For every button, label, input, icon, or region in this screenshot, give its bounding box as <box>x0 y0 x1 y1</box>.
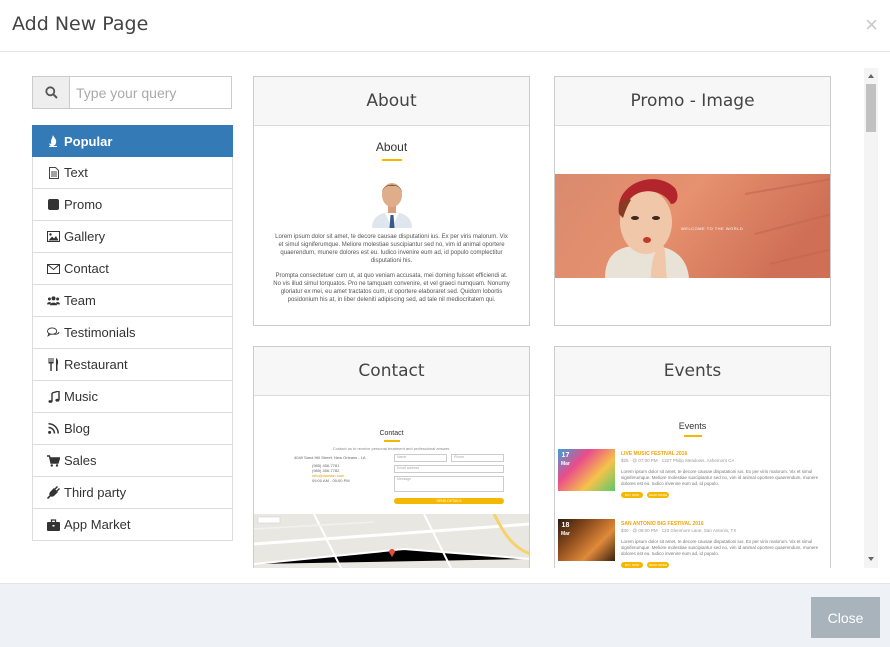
template-card-events[interactable]: Events Events 17 Mar LIVE MUSIC FESTIVAL … <box>554 346 831 568</box>
category-label: Gallery <box>64 229 106 244</box>
form-message-field: Message <box>394 476 504 492</box>
contact-details: 4049 Sand Hill Street, New Orleans - LA … <box>294 455 366 483</box>
title-underline <box>683 435 702 437</box>
category-app-market[interactable]: App Market <box>32 509 233 541</box>
card-title: Promo - Image <box>555 77 830 126</box>
event-meta: $25 · @ 07:00 PM · 1327 Philip Meadows, … <box>621 458 735 463</box>
file-text-icon <box>47 166 60 179</box>
contact-intro: Contact us to receive personal treatment… <box>332 445 451 451</box>
title-underline <box>383 440 400 442</box>
event-date: 17 Mar <box>561 452 570 467</box>
scroll-thumb <box>866 84 876 132</box>
category-gallery[interactable]: Gallery <box>32 221 233 253</box>
modal-header: Add New Page × <box>0 0 890 52</box>
map-preview <box>254 514 529 568</box>
event-title: SAN ANTONIO BIG FESTIVAL 2016 <box>621 521 704 527</box>
category-label: Music <box>64 389 98 404</box>
square-icon <box>47 198 60 211</box>
fire-icon <box>47 135 60 148</box>
category-contact[interactable]: Contact <box>32 253 233 285</box>
event-thumbnail: 17 Mar <box>558 449 615 491</box>
preview-paragraph-2: Prompta consectetuer cum ut, at quo veni… <box>273 273 510 303</box>
category-music[interactable]: Music <box>32 381 233 413</box>
envelope-icon <box>47 262 60 275</box>
category-blog[interactable]: Blog <box>32 413 233 445</box>
modal-title: Add New Page <box>12 13 149 35</box>
close-button[interactable]: Close <box>811 597 880 638</box>
category-testimonials[interactable]: Testimonials <box>32 317 233 349</box>
card-title: About <box>254 77 529 126</box>
template-card-contact[interactable]: Contact Contact Contact us to receive pe… <box>253 346 530 568</box>
contact-address: 4049 Sand Hill Street, New Orleans - LA <box>294 455 366 460</box>
contact-form: Name Phone Email address Message SEND DE… <box>394 454 504 504</box>
preview-title: About <box>375 140 408 154</box>
template-card-about[interactable]: About About Lorem ipsum dolor sit amet, … <box>253 76 530 326</box>
card-preview: WELCOME TO THE WORLD <box>555 126 830 325</box>
event-read-more-button: READ MORE <box>647 492 669 498</box>
card-preview: About Lorem ipsum dolor sit amet, te dec… <box>254 126 529 304</box>
category-popular[interactable]: Popular <box>32 125 233 157</box>
event-read-more-button: READ MORE <box>647 562 669 568</box>
event-description: Lorem ipsum dolor sit amet, te decore ca… <box>621 469 819 486</box>
event-buy-button: BUY NOW <box>621 492 643 498</box>
category-third-party[interactable]: Third party <box>32 477 233 509</box>
category-sales[interactable]: Sales <box>32 445 233 477</box>
form-email-field: Email address <box>394 465 504 473</box>
category-label: Blog <box>64 421 91 436</box>
cart-icon <box>47 454 60 467</box>
category-list: Popular Text Promo Gallery Contact Team … <box>32 125 233 541</box>
event-date: 18 Mar <box>561 522 570 537</box>
briefcase-icon <box>47 518 60 531</box>
users-icon <box>47 294 60 307</box>
event-item: 18 Mar SAN ANTONIO BIG FESTIVAL 2016 $30 … <box>558 519 828 568</box>
event-meta: $30 · @ 09:00 PM · 123 Glenmore Lane, Sa… <box>621 528 737 533</box>
event-item: 17 Mar LIVE MUSIC FESTIVAL 2016 $25 · @ 0… <box>558 449 828 509</box>
rss-icon <box>47 422 60 435</box>
preview-paragraph-1: Lorem ipsum dolor sit amet, te decore ca… <box>275 234 508 264</box>
category-label: Promo <box>64 197 103 212</box>
search-box <box>32 76 232 109</box>
music-icon <box>47 390 60 403</box>
category-label: Text <box>64 165 88 180</box>
category-label: Popular <box>64 133 113 149</box>
event-title: LIVE MUSIC FESTIVAL 2016 <box>621 451 688 457</box>
category-label: Team <box>64 293 96 308</box>
card-preview: Contact Contact us to receive personal t… <box>254 396 529 568</box>
card-preview: Events 17 Mar LIVE MUSIC FESTIVAL 2016 $2… <box>555 396 830 568</box>
category-team[interactable]: Team <box>32 285 233 317</box>
search-input[interactable] <box>70 77 231 108</box>
event-thumbnail: 18 Mar <box>558 519 615 561</box>
card-title: Events <box>555 347 830 396</box>
preview-title: Contact <box>379 430 404 437</box>
image-icon <box>47 230 60 243</box>
form-name-field: Name <box>394 454 447 462</box>
cutlery-icon <box>47 358 60 371</box>
category-label: Contact <box>64 261 109 276</box>
portrait-image <box>371 183 412 228</box>
scrollbar[interactable] <box>864 68 878 568</box>
preview-title: Events <box>678 421 707 431</box>
category-label: App Market <box>64 517 131 532</box>
title-underline <box>381 159 402 161</box>
card-title: Contact <box>254 347 529 396</box>
search-icon[interactable] <box>33 77 70 108</box>
modal-footer: Close <box>0 583 890 647</box>
category-promo[interactable]: Promo <box>32 189 233 221</box>
category-restaurant[interactable]: Restaurant <box>32 349 233 381</box>
contact-hours: 09:00 AM - 05:00 PM <box>312 478 350 483</box>
close-icon[interactable]: × <box>865 14 878 36</box>
event-description: Lorem ipsum dolor sit amet, te decore ca… <box>621 539 819 556</box>
category-label: Testimonials <box>64 325 136 340</box>
event-buy-button: BUY NOW <box>621 562 643 568</box>
template-card-promo-image[interactable]: Promo - Image WELCOME TO THE WORLD <box>554 76 831 326</box>
category-label: Restaurant <box>64 357 128 372</box>
category-label: Third party <box>64 485 127 500</box>
category-text[interactable]: Text <box>32 157 233 189</box>
category-label: Sales <box>64 453 97 468</box>
comments-icon <box>47 326 60 339</box>
plug-icon <box>47 486 60 499</box>
promo-overlay-text: WELCOME TO THE WORLD <box>681 226 744 231</box>
form-phone-field: Phone <box>451 454 504 462</box>
form-send-button: SEND DETAILS <box>394 498 504 504</box>
